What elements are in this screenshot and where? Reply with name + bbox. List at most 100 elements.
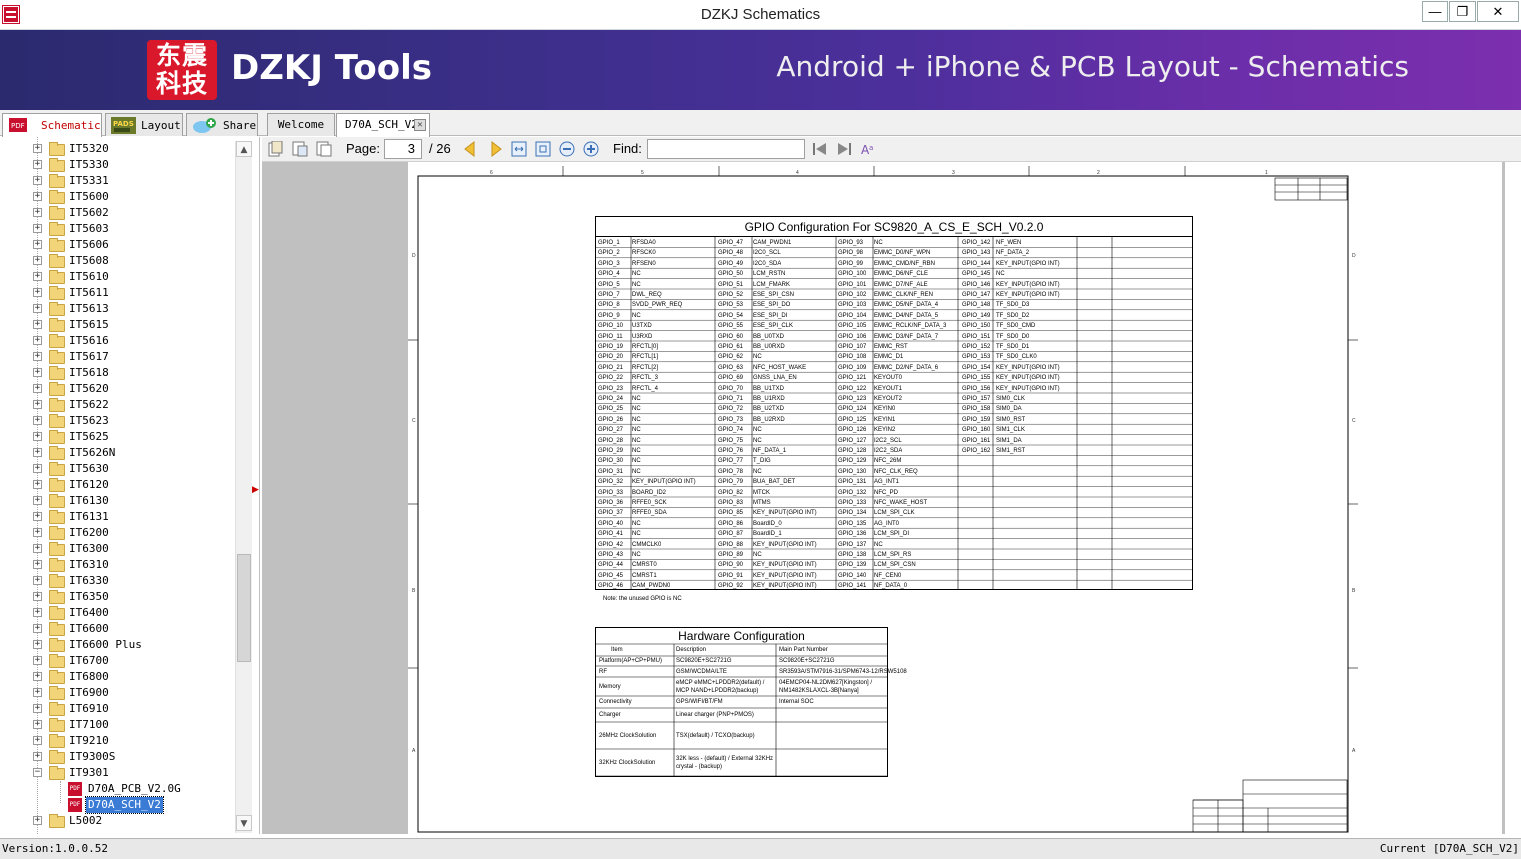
expand-icon[interactable]: + <box>33 320 42 329</box>
tree-folder-item[interactable]: + IT6130 <box>0 493 236 509</box>
tree-folder-item[interactable]: + IT5620 <box>0 381 236 397</box>
expand-icon[interactable]: + <box>33 752 42 761</box>
scroll-thumb[interactable] <box>237 554 251 662</box>
close-button[interactable]: ✕ <box>1477 1 1519 22</box>
tree-folder-item[interactable]: + IT9300S <box>0 749 236 765</box>
previous-page-icon[interactable] <box>462 141 478 157</box>
tree-folder-item[interactable]: + IT5608 <box>0 253 236 269</box>
find-next-icon[interactable] <box>836 141 852 157</box>
expand-icon[interactable]: + <box>33 208 42 217</box>
expand-icon[interactable]: + <box>33 224 42 233</box>
tree-folder-item[interactable]: + IT5617 <box>0 349 236 365</box>
tree-folder-item[interactable]: + IT5615 <box>0 317 236 333</box>
tree-folder-item[interactable]: + IT6330 <box>0 573 236 589</box>
tree-folder-item[interactable]: + IT5616 <box>0 333 236 349</box>
tree-folder-item[interactable]: + IT5613 <box>0 301 236 317</box>
expand-icon[interactable]: + <box>33 624 42 633</box>
expand-icon[interactable]: + <box>33 480 42 489</box>
expand-icon[interactable]: + <box>33 688 42 697</box>
tree-folder-item[interactable]: + IT9210 <box>0 733 236 749</box>
maximize-button[interactable]: ❐ <box>1449 1 1476 22</box>
zoom-in-icon[interactable] <box>583 141 599 157</box>
tree-file-item[interactable]: PDF D70A_PCB_V2.0G <box>0 781 236 797</box>
tree-folder-item[interactable]: + IT5625 <box>0 429 236 445</box>
tab-document[interactable]: D70A_SCH_V2 ✕ <box>336 113 430 137</box>
expand-icon[interactable]: + <box>33 496 42 505</box>
tree-folder-item[interactable]: + IT5610 <box>0 269 236 285</box>
tree-folder-item[interactable]: + IT5606 <box>0 237 236 253</box>
expand-icon[interactable]: + <box>33 560 42 569</box>
expand-icon[interactable]: + <box>33 384 42 393</box>
tab-schematic[interactable]: PDF Schematic <box>2 113 102 137</box>
tab-layout[interactable]: PADS Layout <box>105 113 183 136</box>
expand-icon[interactable]: + <box>33 816 42 825</box>
tab-welcome[interactable]: Welcome <box>267 113 335 136</box>
expand-icon[interactable]: + <box>33 656 42 665</box>
find-previous-icon[interactable] <box>812 141 828 157</box>
tree-folder-item[interactable]: + IT5330 <box>0 157 236 173</box>
minimize-button[interactable]: — <box>1422 1 1448 22</box>
expand-icon[interactable]: + <box>33 736 42 745</box>
expand-icon[interactable]: + <box>33 240 42 249</box>
page-number-input[interactable]: 3 <box>384 139 422 159</box>
tree-folder-item[interactable]: + IT6910 <box>0 701 236 717</box>
expand-icon[interactable]: + <box>33 448 42 457</box>
tree-folder-item[interactable]: + IT6800 <box>0 669 236 685</box>
tree-folder-item[interactable]: + IT5600 <box>0 189 236 205</box>
copy-text-icon[interactable] <box>316 141 332 157</box>
fit-width-icon[interactable] <box>511 141 527 157</box>
tree-folder-item[interactable]: + IT5622 <box>0 397 236 413</box>
tree-folder-item[interactable]: + L5002 <box>0 813 236 829</box>
expand-icon[interactable]: + <box>33 512 42 521</box>
expand-icon[interactable]: + <box>33 576 42 585</box>
expand-icon[interactable]: + <box>33 352 42 361</box>
tree-folder-item[interactable]: + IT5630 <box>0 461 236 477</box>
expand-icon[interactable]: + <box>33 592 42 601</box>
tree-folder-item[interactable]: + IT5320 <box>0 141 236 157</box>
tab-share[interactable]: Share <box>186 113 258 136</box>
tree-folder-item[interactable]: + IT5331 <box>0 173 236 189</box>
tree-scrollbar[interactable]: ▲ ▼ <box>235 141 252 833</box>
tree-folder-item[interactable]: + IT6300 <box>0 541 236 557</box>
collapse-icon[interactable]: − <box>33 768 42 777</box>
tree-folder-item[interactable]: + IT5603 <box>0 221 236 237</box>
tree-folder-item[interactable]: + IT6120 <box>0 477 236 493</box>
expand-icon[interactable]: + <box>33 144 42 153</box>
panel-splitter-arrow[interactable]: ▶ <box>252 485 259 499</box>
copy-page-icon[interactable] <box>268 141 284 157</box>
expand-icon[interactable]: + <box>33 704 42 713</box>
expand-icon[interactable]: + <box>33 432 42 441</box>
tree-folder-item[interactable]: + IT6310 <box>0 557 236 573</box>
expand-icon[interactable]: + <box>33 176 42 185</box>
expand-icon[interactable]: + <box>33 288 42 297</box>
zoom-out-icon[interactable] <box>559 141 575 157</box>
expand-icon[interactable]: + <box>33 336 42 345</box>
scroll-up-icon[interactable]: ▲ <box>236 141 252 157</box>
fit-page-icon[interactable] <box>535 141 551 157</box>
expand-icon[interactable]: + <box>33 672 42 681</box>
expand-icon[interactable]: + <box>33 160 42 169</box>
close-tab-icon[interactable]: ✕ <box>414 119 426 131</box>
expand-icon[interactable]: + <box>33 720 42 729</box>
expand-icon[interactable]: + <box>33 416 42 425</box>
expand-icon[interactable]: + <box>33 640 42 649</box>
tree-folder-item[interactable]: + IT6700 <box>0 653 236 669</box>
copy-area-icon[interactable] <box>292 141 308 157</box>
expand-icon[interactable]: + <box>33 272 42 281</box>
match-case-icon[interactable]: Aa <box>860 141 876 157</box>
tree-folder-item[interactable]: + IT6131 <box>0 509 236 525</box>
tree-folder-item[interactable]: + IT5626N <box>0 445 236 461</box>
tree-folder-item[interactable]: + IT6900 <box>0 685 236 701</box>
expand-icon[interactable]: + <box>33 192 42 201</box>
expand-icon[interactable]: + <box>33 368 42 377</box>
expand-icon[interactable]: + <box>33 304 42 313</box>
expand-icon[interactable]: + <box>33 464 42 473</box>
scroll-down-icon[interactable]: ▼ <box>236 815 252 831</box>
tree-folder-item[interactable]: + IT6400 <box>0 605 236 621</box>
tree-folder-item[interactable]: + IT5618 <box>0 365 236 381</box>
tree-file-item[interactable]: PDF D70A_SCH_V2 <box>0 796 236 814</box>
expand-icon[interactable]: + <box>33 400 42 409</box>
tree-folder-item[interactable]: + IT6200 <box>0 525 236 541</box>
expand-icon[interactable]: + <box>33 528 42 537</box>
tree-folder-item[interactable]: + IT6350 <box>0 589 236 605</box>
